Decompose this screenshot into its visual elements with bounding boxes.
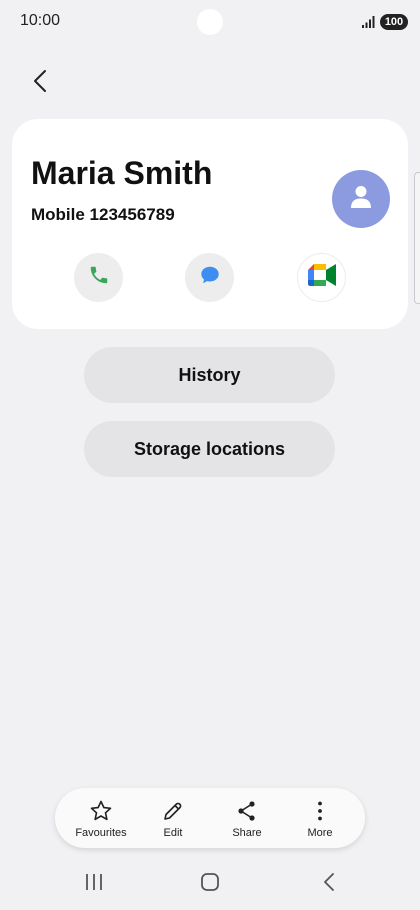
history-button[interactable]: History xyxy=(84,347,335,403)
edit-button[interactable]: Edit xyxy=(137,788,209,848)
status-bar: 10:00 100 xyxy=(0,0,420,44)
person-icon xyxy=(349,184,373,215)
navigation-bar xyxy=(0,860,420,910)
more-label: More xyxy=(307,827,333,839)
message-button[interactable] xyxy=(185,253,234,302)
scrollbar[interactable] xyxy=(414,172,420,304)
back-icon xyxy=(322,872,336,897)
camera-cutout xyxy=(197,9,223,35)
battery-indicator: 100 xyxy=(380,14,408,30)
more-button[interactable]: More xyxy=(284,788,356,848)
call-button[interactable] xyxy=(74,253,123,302)
chevron-left-icon xyxy=(32,69,48,98)
share-label: Share xyxy=(232,827,262,839)
favourites-label: Favourites xyxy=(75,827,127,839)
video-call-button[interactable] xyxy=(297,253,346,302)
recents-button[interactable] xyxy=(74,870,114,898)
share-icon xyxy=(235,799,259,823)
status-time: 10:00 xyxy=(20,12,61,29)
bottom-toolbar: Favourites Edit Share More xyxy=(55,788,365,848)
recents-icon xyxy=(84,873,104,896)
edit-label: Edit xyxy=(163,827,183,839)
back-button[interactable] xyxy=(24,66,56,100)
video-call-icon xyxy=(307,263,337,292)
star-icon xyxy=(89,799,113,823)
share-button[interactable]: Share xyxy=(211,788,283,848)
pencil-icon xyxy=(161,799,185,823)
more-vertical-icon xyxy=(308,799,332,823)
home-icon xyxy=(200,872,220,897)
home-button[interactable] xyxy=(190,870,230,898)
avatar xyxy=(332,170,390,228)
message-bubble-icon xyxy=(199,264,221,291)
contact-name: Maria Smith xyxy=(31,155,213,191)
contact-number[interactable]: Mobile 123456789 xyxy=(31,205,175,225)
phone-icon xyxy=(88,264,110,291)
storage-locations-button[interactable]: Storage locations xyxy=(84,421,335,477)
contact-card: Maria Smith Mobile 123456789 xyxy=(12,119,408,329)
favourites-button[interactable]: Favourites xyxy=(65,788,137,848)
nav-back-button[interactable] xyxy=(309,870,349,898)
signal-bars-icon xyxy=(362,15,376,33)
